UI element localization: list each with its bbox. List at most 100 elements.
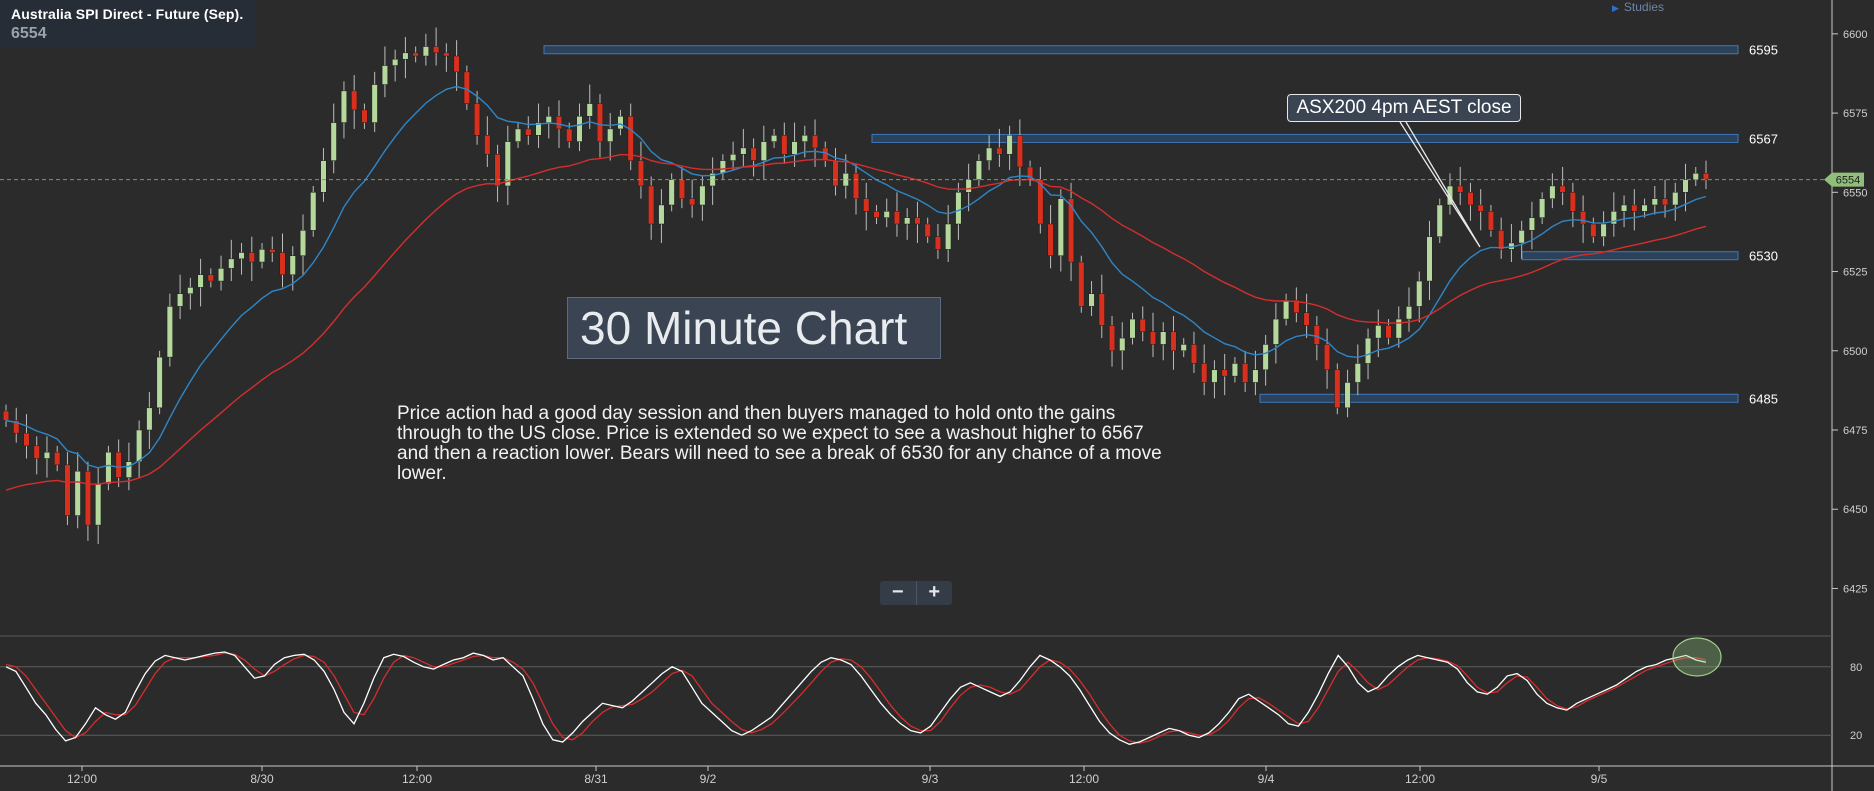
candle (1539, 198, 1546, 218)
candle (64, 464, 71, 516)
candle (1467, 192, 1474, 206)
candle (1283, 299, 1290, 320)
candle (1252, 369, 1259, 383)
candle (1078, 261, 1085, 307)
candle (627, 115, 634, 161)
candle (84, 470, 91, 526)
candle (1313, 325, 1320, 345)
candle (801, 135, 808, 142)
candle (1702, 173, 1710, 180)
stoch-tick-label: 20 (1850, 730, 1862, 742)
candle (1580, 211, 1587, 225)
candle (1221, 369, 1228, 377)
candle (238, 252, 245, 260)
candle (156, 356, 163, 409)
candle (607, 128, 614, 142)
candle (463, 71, 470, 104)
x-tick-label: 12:00 (1405, 772, 1435, 786)
candle (1211, 369, 1218, 383)
candle (1518, 230, 1525, 244)
zoom-out-button[interactable]: − (880, 581, 917, 605)
zoom-in-button[interactable]: + (917, 581, 953, 605)
stoch-highlight-circle (1672, 637, 1722, 677)
y-tick-label: 6425 (1843, 583, 1867, 595)
candle (1375, 325, 1382, 339)
y-tick-label: 6575 (1843, 108, 1867, 120)
candle (494, 154, 501, 187)
candle (811, 135, 819, 149)
candle (443, 52, 450, 57)
candle (699, 185, 706, 206)
candle (689, 198, 696, 206)
y-tick-label: 6475 (1843, 425, 1867, 437)
candle (125, 461, 132, 478)
candle (760, 141, 767, 161)
candle (1108, 325, 1116, 352)
candle (996, 147, 1003, 155)
candle (525, 128, 532, 136)
candle (1364, 337, 1372, 364)
candle (545, 115, 552, 123)
x-tick-label: 8/30 (250, 772, 274, 786)
candle (351, 90, 358, 111)
candle (832, 160, 839, 187)
candle (1119, 337, 1126, 352)
commentary-text: Price action had a good day session and … (397, 403, 1162, 484)
candle (586, 103, 593, 117)
candle (258, 249, 266, 263)
candle (1600, 223, 1607, 237)
candle (924, 223, 931, 237)
price-chart[interactable]: 6595 6567 6530 6485 6425 6450 6475 6500 6525 655… (0, 0, 1874, 791)
candle (136, 429, 143, 462)
x-tick-label: 12:00 (67, 772, 97, 786)
x-tick-label: 8/31 (584, 772, 608, 786)
candle (1641, 204, 1648, 212)
candle (74, 470, 81, 516)
candle (1303, 312, 1310, 326)
candle (54, 451, 61, 466)
candle (310, 192, 317, 231)
zoom-controls: − + (880, 581, 952, 605)
studies-menu[interactable]: ▶ Studies (1612, 0, 1664, 14)
candle (23, 432, 30, 447)
candle (166, 306, 173, 358)
candle (361, 109, 368, 123)
level-band-6530 (1521, 251, 1739, 261)
candle (1405, 306, 1413, 320)
candle (1682, 179, 1689, 193)
candle (965, 179, 972, 193)
candle (863, 198, 870, 212)
x-tick-label: 12:00 (402, 772, 432, 786)
candle (330, 122, 337, 161)
candle (381, 65, 388, 85)
candle (1569, 192, 1576, 212)
candle (1006, 135, 1013, 155)
candle (197, 274, 204, 288)
level-band-6595 (543, 45, 1739, 55)
candle (1487, 211, 1494, 231)
candle (269, 249, 276, 253)
candle (1190, 344, 1198, 364)
candle (637, 160, 644, 187)
candle (1661, 198, 1669, 206)
candle (279, 252, 286, 275)
candle (1180, 344, 1187, 352)
instrument-header: Australia SPI Direct - Future (Sep). 655… (0, 0, 256, 48)
level-band-6567 (871, 133, 1739, 143)
stoch-tick-label: 80 (1850, 662, 1862, 674)
y-tick-label: 6600 (1843, 29, 1867, 41)
candle (678, 179, 685, 199)
candle (1324, 344, 1331, 371)
candle (914, 217, 921, 225)
candle (1385, 325, 1392, 339)
candle (1047, 223, 1054, 256)
candle (1262, 344, 1269, 371)
candle (95, 483, 102, 526)
candle (412, 52, 419, 57)
candle (514, 128, 522, 142)
callout-label: ASX200 4pm AEST close (1287, 94, 1521, 122)
candle (873, 211, 880, 218)
candle (555, 115, 563, 130)
candle (1416, 280, 1423, 307)
x-tick-label: 9/5 (1591, 772, 1608, 786)
